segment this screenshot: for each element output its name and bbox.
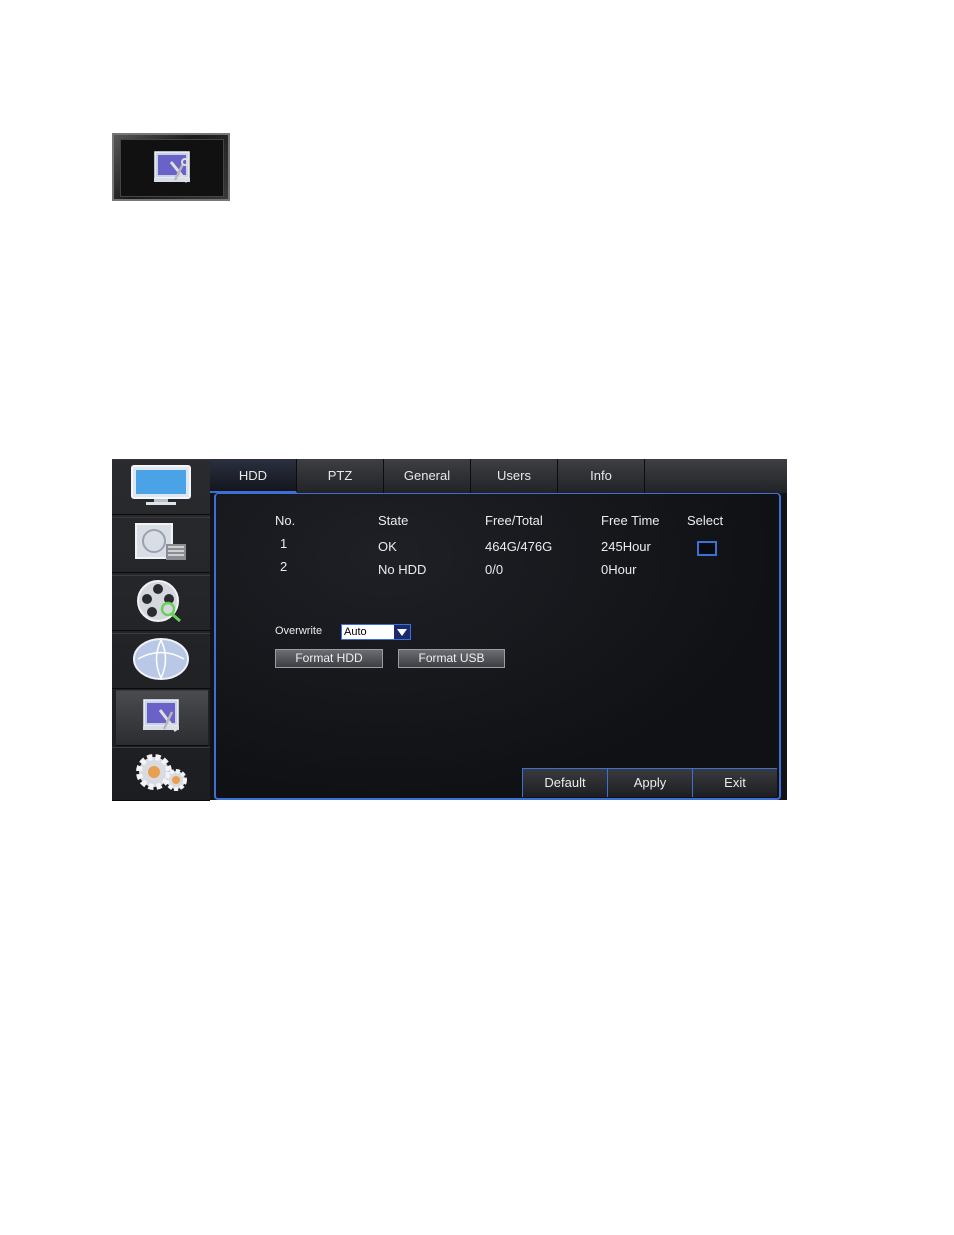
hdd-settings-panel: No. State Free/Total Free Time Select 1 … — [214, 493, 781, 800]
sidebar-item-record[interactable] — [112, 517, 210, 573]
record-icon — [130, 520, 192, 571]
row-2-state: No HDD — [378, 562, 427, 577]
dvr-menu-window: HDD PTZ General Users Info No. State Fre… — [112, 459, 787, 801]
exit-button[interactable]: Exit — [692, 768, 777, 797]
tab-ptz[interactable]: PTZ — [297, 459, 384, 493]
row-1-free-total: 464G/476G — [485, 539, 553, 554]
sidebar — [112, 459, 210, 801]
display-icon — [130, 463, 192, 512]
chevron-down-icon[interactable] — [394, 625, 410, 639]
tab-bar: HDD PTZ General Users Info — [210, 459, 787, 493]
format-hdd-button[interactable]: Format HDD — [275, 649, 383, 668]
row-2-free-time: 0Hour — [601, 562, 637, 577]
sidebar-item-settings[interactable] — [112, 747, 210, 801]
row-1-free-time: 245Hour — [601, 539, 651, 554]
row-1-state: OK — [378, 539, 397, 554]
sidebar-item-network[interactable] — [112, 633, 210, 689]
header-free-total: Free/Total — [485, 513, 543, 528]
network-icon — [130, 636, 192, 687]
sidebar-item-display[interactable] — [112, 459, 210, 515]
tab-general[interactable]: General — [384, 459, 471, 493]
tab-hdd[interactable]: HDD — [210, 459, 297, 493]
tab-users[interactable]: Users — [471, 459, 558, 493]
sidebar-item-search[interactable] — [112, 575, 210, 631]
format-usb-button[interactable]: Format USB — [398, 649, 505, 668]
system-tools-icon — [112, 133, 230, 201]
header-no: No. — [275, 513, 296, 528]
header-state: State — [378, 513, 409, 528]
main-panel: HDD PTZ General Users Info No. State Fre… — [210, 459, 787, 800]
row-1-no: 1 — [280, 536, 288, 551]
settings-gears-icon — [128, 750, 194, 799]
search-playback-icon — [130, 577, 192, 630]
sidebar-item-system[interactable] — [116, 690, 208, 746]
tab-info[interactable]: Info — [558, 459, 645, 493]
apply-button[interactable]: Apply — [607, 768, 692, 797]
row-2-no: 2 — [280, 559, 288, 574]
overwrite-select[interactable]: Auto — [341, 624, 411, 640]
default-button[interactable]: Default — [522, 768, 607, 797]
overwrite-label: Overwrite — [275, 625, 323, 637]
header-select: Select — [687, 513, 724, 528]
overwrite-value: Auto — [344, 626, 367, 638]
row-1-select-checkbox[interactable] — [697, 541, 717, 556]
system-tools-icon — [134, 695, 190, 742]
row-2-free-total: 0/0 — [485, 562, 504, 577]
header-free-time: Free Time — [601, 513, 660, 528]
